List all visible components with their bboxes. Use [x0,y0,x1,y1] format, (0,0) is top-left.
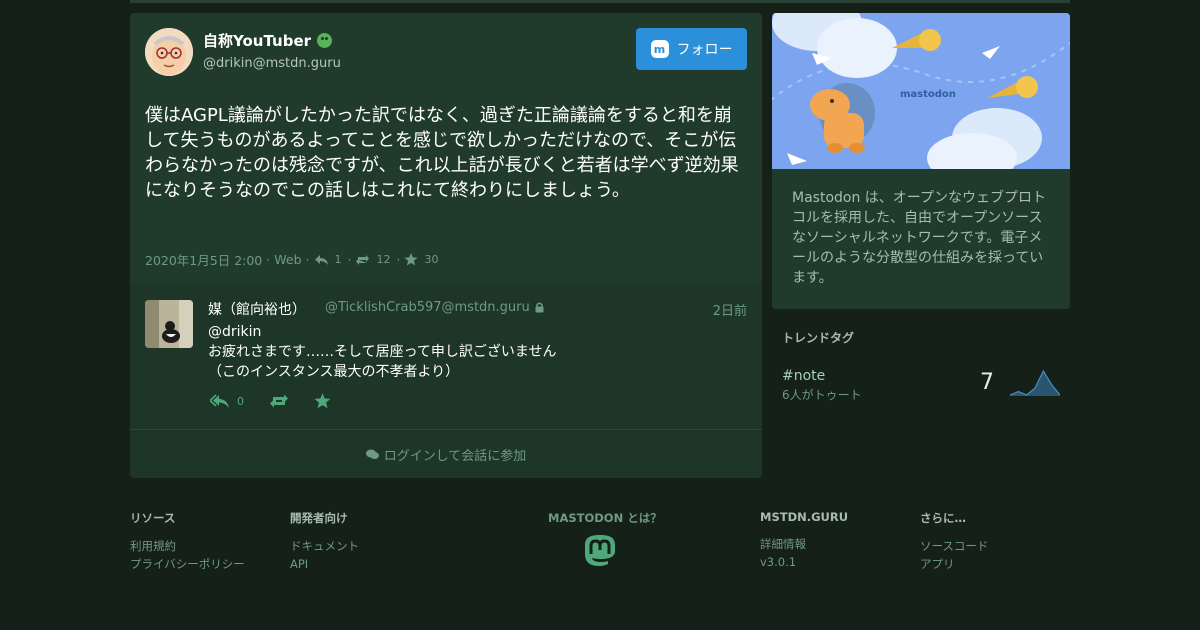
top-divider [130,0,1070,3]
reply-content: @drikin お疲れさまです……そして居座って申し訳ございません （このインス… [208,322,556,382]
reply-icon [314,254,328,265]
footer-instance: MSTDN.GURU 詳細情報 v3.0.1 [760,510,848,571]
footer-more: さらに… ソースコード アプリ [920,510,988,573]
footer-link-version[interactable]: v3.0.1 [760,553,848,571]
footer-link-api[interactable]: API [290,555,359,573]
boost-icon [270,394,288,408]
reply-display-name[interactable]: 媒（館向裕也） [208,299,306,319]
lock-icon [535,302,544,313]
reply-count: 1 [334,253,342,266]
hero-brand: mastodon [900,89,956,100]
trend-tag-accounts: 6人がトゥート [782,388,862,402]
meta-separator: · [347,252,352,267]
follow-button[interactable]: m フォロー [636,28,747,70]
display-name[interactable]: 自称YouTuber [203,30,333,51]
login-to-join-link[interactable]: ログインして会話に参加 [130,429,762,478]
footer-heading: MSTDN.GURU [760,510,849,524]
grimacing-face-icon [317,33,333,48]
footer-heading: MASTODON とは？ [548,511,662,525]
username[interactable]: @drikin@mstdn.guru [203,56,341,71]
instance-about: Mastodon は、オープンなウェブプロトコルを採用した、自由でオープンソース… [772,169,1070,309]
meta-separator: · [305,252,310,267]
trend-tag-link[interactable]: #note [782,368,825,384]
reply-all-icon [210,393,229,408]
footer-heading: リソース [130,511,176,525]
footer-about-mastodon: MASTODON とは？ [548,510,662,526]
trend-sparkline [1010,369,1060,396]
footer-resources: リソース 利用規約 プライバシーポリシー [130,510,245,573]
star-icon [314,393,331,409]
reply-handle[interactable]: @TicklishCrab597@mstdn.guru [325,300,544,315]
login-prompt: ログインして会話に参加 [383,448,527,464]
favourite-button[interactable] [314,393,331,409]
trend-tag-count: 7 [980,370,994,395]
meta-separator: · [266,252,271,267]
avatar[interactable] [145,28,193,76]
status-timestamp[interactable]: 2020年1月5日 2:00 [145,250,262,269]
footer-heading: さらに… [920,511,966,525]
reply-handle-text: @TicklishCrab597@mstdn.guru [325,300,530,315]
footer-link-docs[interactable]: ドキュメント [290,537,359,555]
footer-link-apps[interactable]: アプリ [920,555,988,573]
cat-photo-icon [145,300,193,348]
footer-developers: 開発者向け ドキュメント API [290,510,359,573]
reply-line: お疲れさまです……そして居座って申し訳ございません [208,344,557,360]
status-content: 僕はAGPL議論がしたかった訳ではなく、過ぎた正論議論をすると和を崩して失うもの… [145,105,739,201]
mastodon-logo-icon: m [650,40,669,58]
boost-icon [356,254,370,265]
reply-button[interactable]: 0 [210,393,244,409]
reply-action-bar: 0 [210,393,356,409]
mastodon-elephant-illustration: mastodon [772,13,1070,169]
footer-link-about[interactable]: 詳細情報 [760,535,848,553]
boost-count: 12 [376,253,391,266]
footer-link-source[interactable]: ソースコード [920,537,988,555]
follow-label: フォロー [676,42,733,58]
reply-status: 媒（館向裕也） @TicklishCrab597@mstdn.guru 2日前 … [130,283,762,430]
status-application: Web [274,252,302,267]
hero-illustration: mastodon [772,13,1070,169]
footer-heading: 開発者向け [290,511,348,525]
reply-mention[interactable]: @drikin [208,322,556,342]
reply-time[interactable]: 2日前 [713,300,747,319]
comments-icon [365,449,379,459]
mastodon-logo-icon[interactable] [583,534,617,575]
reply-line: （このインスタンス最大の不孝者より） [208,364,460,380]
trends-heading: トレンドタグ [782,331,855,345]
status-meta: 2020年1月5日 2:00 · Web · 1 · 12 · 30 [145,250,440,269]
reply-avatar[interactable] [145,300,193,348]
boost-button[interactable] [269,394,289,408]
footer-link-terms[interactable]: 利用規約 [130,537,245,555]
star-icon [404,253,419,266]
status-card: 自称YouTuber @drikin@mstdn.guru m フォロー 僕はA… [130,13,762,283]
display-name-text: 自称YouTuber [203,32,312,50]
avatar-face-icon [145,28,193,76]
footer-link-privacy[interactable]: プライバシーポリシー [130,555,245,573]
reply-reply-count: 0 [237,394,244,408]
meta-separator: · [396,252,401,267]
favourite-count: 30 [424,253,439,266]
